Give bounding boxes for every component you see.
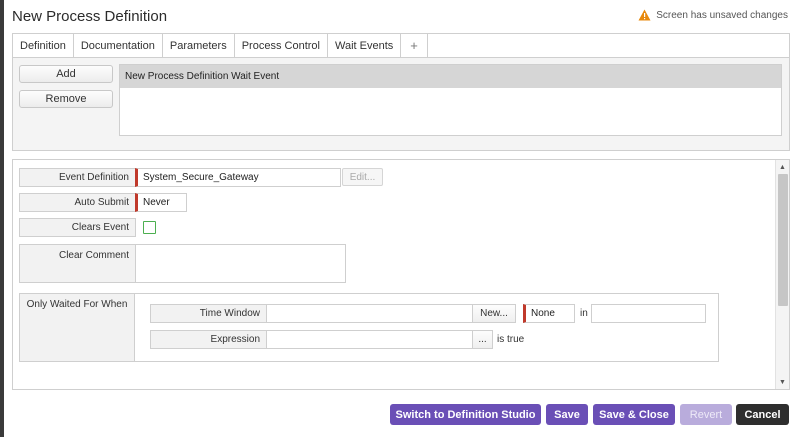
switch-to-definition-studio-button[interactable]: Switch to Definition Studio: [390, 404, 541, 425]
list-item[interactable]: New Process Definition Wait Event: [120, 65, 781, 88]
only-waited-for-when-label: Only Waited For When: [20, 294, 135, 361]
tab-documentation[interactable]: Documentation: [74, 34, 163, 57]
add-button[interactable]: Add: [19, 65, 113, 83]
clear-comment-textarea[interactable]: [135, 244, 346, 283]
warning-icon: [638, 9, 651, 21]
vertical-scrollbar[interactable]: ▲ ▼: [775, 160, 789, 389]
in-label: in: [580, 308, 588, 319]
edit-event-definition-button[interactable]: Edit...: [342, 168, 383, 186]
time-window-label: Time Window: [150, 304, 267, 323]
save-and-close-button[interactable]: Save & Close: [593, 404, 675, 425]
unsaved-changes-text: Screen has unsaved changes: [656, 9, 788, 21]
auto-submit-field[interactable]: Never: [135, 193, 187, 212]
tab-definition[interactable]: Definition: [13, 34, 74, 57]
time-window-in-field[interactable]: [591, 304, 706, 323]
unsaved-changes-notice: Screen has unsaved changes: [638, 9, 788, 21]
wait-event-details-panel: Event Definition System_Secure_Gateway E…: [12, 159, 790, 390]
event-definition-label: Event Definition: [19, 168, 136, 187]
scroll-up-icon[interactable]: ▲: [776, 161, 789, 173]
clears-event-label: Clears Event: [19, 218, 136, 237]
expression-field[interactable]: [266, 330, 473, 349]
new-time-window-button[interactable]: New...: [472, 304, 516, 323]
only-waited-for-when-group: Only Waited For When Time Window New... …: [19, 293, 719, 362]
tab-bar: Definition Documentation Parameters Proc…: [12, 33, 790, 58]
time-window-field[interactable]: [266, 304, 473, 323]
is-true-label: is true: [497, 334, 525, 345]
clear-comment-label: Clear Comment: [19, 244, 136, 283]
expression-ellipsis-button[interactable]: ...: [472, 330, 493, 349]
expression-label: Expression: [150, 330, 267, 349]
remove-button[interactable]: Remove: [19, 90, 113, 108]
wait-events-list-panel: Add Remove New Process Definition Wait E…: [12, 58, 790, 151]
window-edge: [0, 0, 4, 437]
scroll-down-icon[interactable]: ▼: [776, 376, 789, 388]
auto-submit-label: Auto Submit: [19, 193, 136, 212]
cancel-button[interactable]: Cancel: [736, 404, 789, 425]
event-definition-field[interactable]: System_Secure_Gateway: [135, 168, 341, 187]
tab-wait-events[interactable]: Wait Events: [327, 34, 402, 57]
tab-parameters[interactable]: Parameters: [163, 34, 235, 57]
clears-event-checkbox[interactable]: [143, 221, 156, 234]
scroll-thumb[interactable]: [778, 174, 788, 306]
wait-events-list: New Process Definition Wait Event: [119, 64, 782, 136]
save-button[interactable]: Save: [546, 404, 588, 425]
tab-process-control[interactable]: Process Control: [235, 34, 328, 57]
revert-button[interactable]: Revert: [680, 404, 732, 425]
time-window-none-field[interactable]: None: [523, 304, 575, 323]
add-tab-button[interactable]: +: [401, 34, 428, 57]
page-title: New Process Definition: [12, 8, 168, 25]
